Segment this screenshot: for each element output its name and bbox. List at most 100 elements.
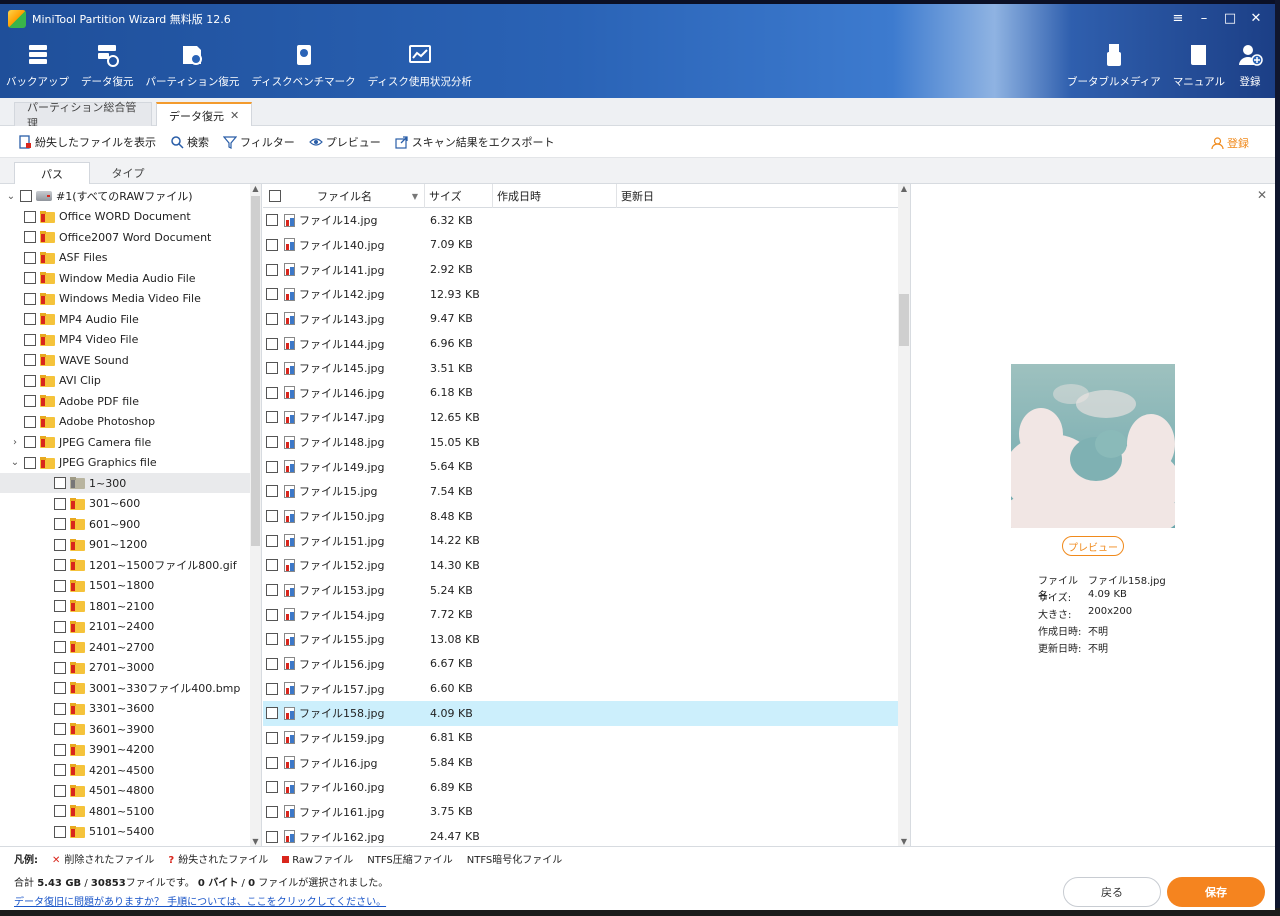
file-row[interactable]: ファイル149.jpg 5.64 KB bbox=[263, 455, 898, 480]
file-checkbox[interactable] bbox=[266, 633, 278, 646]
file-row[interactable]: ファイル16.jpg 5.84 KB bbox=[263, 750, 898, 775]
tree-item[interactable]: MP4 Audio File bbox=[0, 309, 250, 329]
file-row[interactable]: ファイル155.jpg 13.08 KB bbox=[263, 627, 898, 652]
file-row[interactable]: ファイル152.jpg 14.30 KB bbox=[263, 553, 898, 578]
file-row[interactable]: ファイル14.jpg 6.32 KB bbox=[263, 208, 898, 233]
tree-checkbox[interactable] bbox=[54, 784, 66, 797]
tree-checkbox[interactable] bbox=[24, 456, 36, 469]
tree-checkbox[interactable] bbox=[24, 436, 36, 448]
file-row[interactable]: ファイル141.jpg 2.92 KB bbox=[263, 257, 898, 282]
tree-checkbox[interactable] bbox=[54, 702, 66, 715]
tree-checkbox[interactable] bbox=[24, 415, 36, 428]
scroll-up-icon[interactable]: ▲ bbox=[250, 184, 261, 193]
tree-root[interactable]: ⌄ #1(すべてのRAWファイル) bbox=[0, 186, 250, 206]
file-row[interactable]: ファイル153.jpg 5.24 KB bbox=[263, 578, 898, 603]
file-checkbox[interactable] bbox=[266, 214, 278, 227]
collapse-icon[interactable]: ⌄ bbox=[8, 457, 22, 468]
preview-close-icon[interactable]: ✕ bbox=[1257, 188, 1267, 202]
tree-sub-item[interactable]: 3601~3900 bbox=[0, 719, 250, 739]
file-checkbox[interactable] bbox=[266, 436, 278, 449]
tree-sub-item[interactable]: 4801~5100 bbox=[0, 801, 250, 821]
file-checkbox[interactable] bbox=[266, 781, 278, 794]
tree-checkbox[interactable] bbox=[54, 805, 66, 817]
tree-checkbox[interactable] bbox=[24, 313, 36, 325]
file-checkbox[interactable] bbox=[266, 362, 278, 375]
tab-data-recovery[interactable]: データ復元 ✕ bbox=[156, 102, 253, 127]
tab-path[interactable]: パス bbox=[14, 162, 90, 185]
file-row[interactable]: ファイル15.jpg 7.54 KB bbox=[263, 479, 898, 504]
show-lost-files-button[interactable]: 紛失したファイルを表示 bbox=[18, 134, 156, 150]
file-row[interactable]: ファイル150.jpg 8.48 KB bbox=[263, 504, 898, 529]
file-checkbox[interactable] bbox=[266, 805, 278, 818]
tree-sub-item[interactable]: 1501~1800 bbox=[0, 576, 250, 596]
tree-checkbox[interactable] bbox=[24, 251, 36, 264]
backup-button[interactable]: バックアップ bbox=[0, 42, 75, 92]
space-analyzer-button[interactable]: ディスク使用状況分析 bbox=[362, 42, 478, 92]
file-row[interactable]: ファイル145.jpg 3.51 KB bbox=[263, 356, 898, 381]
tree-checkbox[interactable] bbox=[54, 559, 66, 571]
tree-checkbox[interactable] bbox=[54, 723, 66, 735]
file-row[interactable]: ファイル142.jpg 12.93 KB bbox=[263, 282, 898, 307]
search-button[interactable]: 検索 bbox=[170, 134, 209, 150]
tree-item[interactable]: Adobe PDF file bbox=[0, 391, 250, 411]
tree-checkbox[interactable] bbox=[54, 682, 66, 694]
tree-sub-item[interactable]: 2401~2700 bbox=[0, 637, 250, 657]
tree-checkbox[interactable] bbox=[24, 210, 36, 223]
disk-benchmark-button[interactable]: ディスクベンチマーク bbox=[245, 42, 361, 92]
file-checkbox[interactable] bbox=[266, 312, 278, 325]
file-row[interactable]: ファイル158.jpg 4.09 KB bbox=[263, 701, 898, 726]
collapse-icon[interactable]: ⌄ bbox=[4, 191, 18, 202]
tree-sub-item[interactable]: 1801~2100 bbox=[0, 596, 250, 616]
file-row[interactable]: ファイル154.jpg 7.72 KB bbox=[263, 602, 898, 627]
tree-checkbox[interactable] bbox=[54, 518, 66, 530]
tree-checkbox[interactable] bbox=[24, 395, 36, 407]
tree-checkbox[interactable] bbox=[24, 231, 36, 243]
file-list-scrollbar[interactable]: ▲ ▼ bbox=[898, 184, 910, 846]
expand-icon[interactable]: › bbox=[8, 437, 22, 448]
select-all-checkbox[interactable] bbox=[269, 190, 281, 202]
tree-item[interactable]: › JPEG Camera file bbox=[0, 432, 250, 452]
scroll-down-icon[interactable]: ▼ bbox=[898, 837, 910, 846]
file-checkbox[interactable] bbox=[266, 682, 278, 695]
file-row[interactable]: ファイル157.jpg 6.60 KB bbox=[263, 676, 898, 701]
tree-item[interactable]: Windows Media Video File bbox=[0, 289, 250, 309]
tree-sub-item[interactable]: 1~300 bbox=[0, 473, 250, 493]
tree-checkbox[interactable] bbox=[54, 600, 66, 612]
file-checkbox[interactable] bbox=[266, 263, 278, 276]
tree-checkbox[interactable] bbox=[54, 477, 66, 489]
login-button[interactable]: 登録 bbox=[1211, 135, 1249, 151]
file-row[interactable]: ファイル143.jpg 9.47 KB bbox=[263, 307, 898, 332]
register-button[interactable]: 登録 bbox=[1231, 42, 1269, 92]
tab-close-icon[interactable]: ✕ bbox=[230, 109, 239, 122]
preview-toggle-button[interactable]: プレビュー bbox=[308, 134, 381, 150]
column-created[interactable]: 作成日時 bbox=[493, 184, 617, 208]
tree-sub-item[interactable]: 301~600 bbox=[0, 494, 250, 514]
tree-item[interactable]: Window Media Audio File bbox=[0, 268, 250, 288]
preview-button[interactable]: プレビュー bbox=[1062, 536, 1124, 556]
tree-item[interactable]: ASF Files bbox=[0, 248, 250, 268]
partition-recovery-button[interactable]: パーティション復元 bbox=[140, 42, 246, 92]
tree-item[interactable]: Office WORD Document bbox=[0, 207, 250, 227]
maximize-icon[interactable]: □ bbox=[1219, 8, 1241, 28]
file-checkbox[interactable] bbox=[266, 510, 278, 523]
file-row[interactable]: ファイル159.jpg 6.81 KB bbox=[263, 726, 898, 751]
tree-sub-item[interactable]: 3901~4200 bbox=[0, 740, 250, 760]
tree-checkbox[interactable] bbox=[54, 743, 66, 756]
column-modified[interactable]: 更新日 bbox=[617, 184, 898, 208]
tree-checkbox[interactable] bbox=[54, 825, 66, 838]
tree-checkbox[interactable] bbox=[54, 641, 66, 653]
tree-sub-item[interactable]: 4201~4500 bbox=[0, 760, 250, 780]
data-recovery-button[interactable]: データ復元 bbox=[75, 42, 140, 92]
file-checkbox[interactable] bbox=[266, 584, 278, 597]
file-checkbox[interactable] bbox=[266, 608, 278, 621]
tree-checkbox[interactable] bbox=[24, 333, 36, 346]
file-checkbox[interactable] bbox=[266, 559, 278, 572]
file-row[interactable]: ファイル146.jpg 6.18 KB bbox=[263, 381, 898, 406]
file-row[interactable]: ファイル156.jpg 6.67 KB bbox=[263, 652, 898, 677]
file-row[interactable]: ファイル140.jpg 7.09 KB bbox=[263, 233, 898, 258]
help-link[interactable]: データ復旧に問題がありますか？ 手順については、ここをクリックしてください。 bbox=[14, 893, 386, 908]
file-row[interactable]: ファイル148.jpg 15.05 KB bbox=[263, 430, 898, 455]
tree-checkbox[interactable] bbox=[20, 190, 32, 202]
tree-checkbox[interactable] bbox=[54, 538, 66, 551]
file-row[interactable]: ファイル162.jpg 24.47 KB bbox=[263, 824, 898, 846]
